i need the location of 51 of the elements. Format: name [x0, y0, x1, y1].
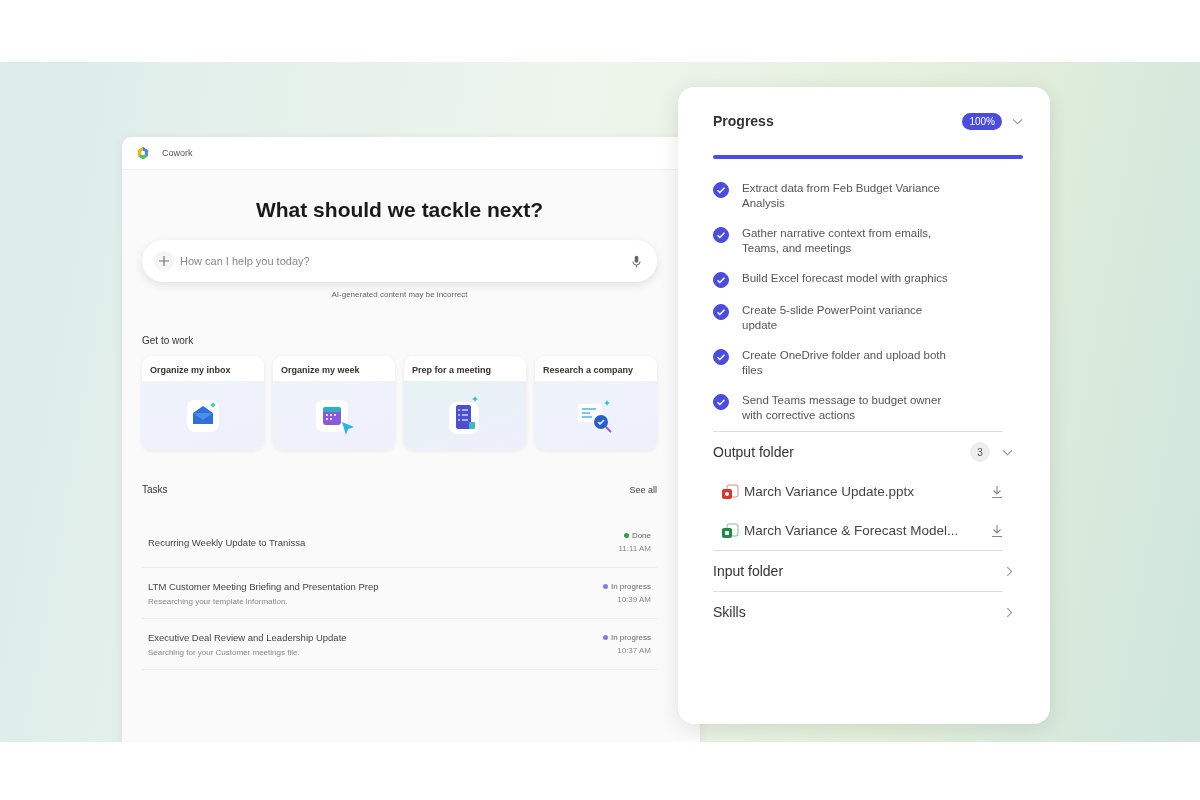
heading: What should we tackle next?: [254, 198, 545, 222]
status-label: In progress: [610, 633, 651, 642]
section-title: Get to work: [142, 335, 195, 346]
step-label: Build Excel forecast model with graphics: [742, 271, 949, 286]
step-label: Send Teams message to budget owner with corrective actions: [742, 393, 943, 423]
chevron-right-icon[interactable]: [1006, 565, 1013, 577]
count-badge: 3: [970, 442, 990, 462]
download-icon[interactable]: [991, 484, 1003, 499]
status-label: Done: [631, 531, 651, 540]
spreadsheet-file-icon: [721, 522, 739, 539]
folder-header[interactable]: Skills: [713, 592, 1013, 632]
panel-title: Progress: [713, 113, 775, 129]
task-subtitle: Researching your template information.: [148, 596, 289, 606]
add-icon[interactable]: [154, 251, 174, 271]
step-label: Gather narrative context from emails, Teams, and meetings: [742, 226, 933, 256]
chevron-down-icon[interactable]: [1012, 117, 1023, 125]
chevron-down-icon[interactable]: [1002, 448, 1013, 456]
suggestion-card[interactable]: Organize my inbox: [142, 356, 264, 450]
task-time: 10:37 AM: [617, 646, 651, 655]
step-label: Extract data from Feb Budget Variance Analysis: [742, 181, 941, 211]
folder-header[interactable]: Input folder: [713, 551, 1013, 591]
see-all-link[interactable]: See all: [629, 484, 657, 495]
task-row[interactable]: LTM Customer Meeting Briefing and Presentation Prep Researching your template information. In progress 10:39 AM: [142, 568, 657, 619]
task-title: Recurring Weekly Update to Tranissa: [148, 536, 306, 548]
task-row[interactable]: Recurring Weekly Update to Tranissa Done 11:11 AM: [142, 517, 657, 568]
chevron-right-icon[interactable]: [1006, 606, 1013, 618]
task-time: 11:11 AM: [618, 544, 651, 553]
suggestion-card[interactable]: Organize my week: [273, 356, 395, 450]
file-name: March Variance Update.pptx: [744, 484, 916, 499]
presentation-file-icon: [721, 483, 739, 500]
task-row[interactable]: Executive Deal Review and Leadership Update Searching for your Customer meetings file. In progress 10:37 AM: [142, 619, 657, 670]
step-label: Create OneDrive folder and upload both files: [742, 348, 947, 378]
task-title: Executive Deal Review and Leadership Update: [148, 631, 347, 643]
window-title: Cowork: [162, 148, 193, 158]
step-label: Create 5-slide PowerPoint variance update: [742, 303, 924, 333]
disclaimer-text: AI-generated content may be incorrect: [330, 290, 469, 299]
app-logo-icon: [136, 146, 150, 160]
task-time: 10:39 AM: [617, 595, 651, 604]
task-title: LTM Customer Meeting Briefing and Presentation Prep: [148, 580, 379, 592]
file-name: March Variance & Forecast Model...: [744, 523, 960, 538]
suggestion-card[interactable]: Prep for a meeting: [404, 356, 526, 450]
suggestion-card[interactable]: Research a company: [535, 356, 657, 450]
percent-badge: 100%: [962, 112, 1002, 130]
microphone-icon[interactable]: [632, 254, 641, 268]
status-label: In progress: [610, 582, 651, 591]
section-title: Tasks: [142, 484, 168, 495]
file-row[interactable]: March Variance & Forecast Model...: [713, 511, 1003, 550]
folder-header[interactable]: Output folder 3: [713, 432, 1013, 472]
task-subtitle: Searching for your Customer meetings file.: [148, 647, 301, 657]
file-row[interactable]: March Variance Update.pptx: [713, 472, 1003, 511]
download-icon[interactable]: [991, 523, 1003, 538]
